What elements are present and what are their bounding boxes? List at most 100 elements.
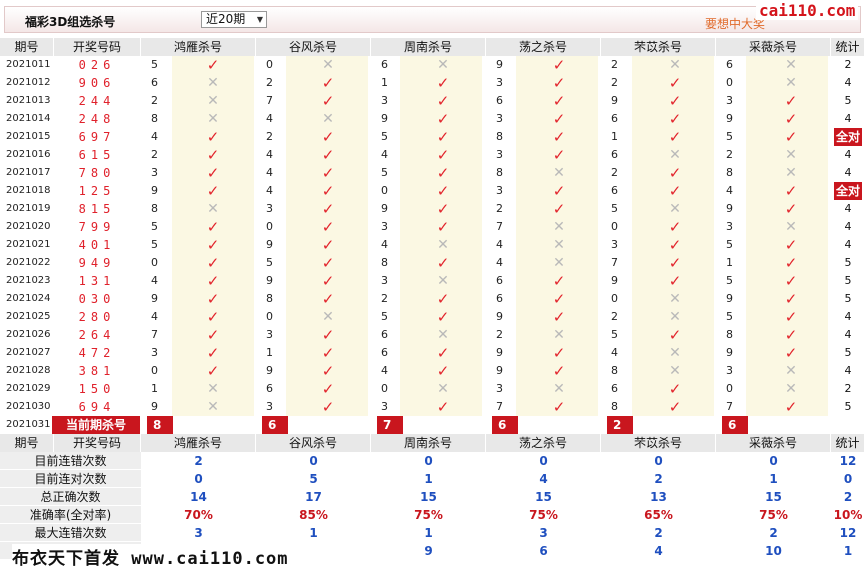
check-icon: ✓ — [206, 326, 220, 344]
cross-icon: ✕ — [553, 381, 565, 397]
cross-icon: ✕ — [785, 147, 797, 163]
check-icon: ✓ — [436, 308, 450, 326]
summary-value: 14 — [190, 490, 207, 504]
killed-number: 2 — [611, 76, 618, 89]
issue-number: 2021014 — [6, 113, 51, 124]
check-icon: ✓ — [784, 182, 798, 200]
summary-value: 2 — [769, 526, 778, 540]
issue-number: 2021020 — [6, 221, 51, 232]
draw-numbers: 244 — [78, 94, 116, 108]
killed-number: 2 — [726, 148, 733, 161]
killed-number: 4 — [266, 166, 273, 179]
killed-number: 6 — [611, 148, 618, 161]
cross-icon: ✕ — [785, 381, 797, 397]
killed-number: 7 — [496, 220, 503, 233]
killed-number: 4 — [381, 148, 388, 161]
summary-value: 85% — [299, 508, 328, 522]
page-title: 福彩3D组选杀号 — [25, 15, 116, 29]
killed-number: 3 — [496, 112, 503, 125]
killed-number: 4 — [726, 184, 733, 197]
column-header-expert-2: 谷风杀号 — [256, 38, 371, 56]
killed-number: 9 — [151, 400, 158, 413]
issue-number: 2021019 — [6, 203, 51, 214]
killed-number: 0 — [266, 310, 273, 323]
check-icon: ✓ — [206, 254, 220, 272]
check-icon: ✓ — [668, 326, 682, 344]
killed-number: 0 — [381, 382, 388, 395]
cross-icon: ✕ — [437, 327, 449, 343]
killed-number: 9 — [611, 274, 618, 287]
killed-number: 5 — [151, 238, 158, 251]
cross-icon: ✕ — [669, 291, 681, 307]
check-icon: ✓ — [436, 290, 450, 308]
cross-icon: ✕ — [437, 273, 449, 289]
killed-number: 0 — [266, 220, 273, 233]
check-icon: ✓ — [321, 128, 335, 146]
killed-number: 4 — [496, 256, 503, 269]
killed-number: 5 — [726, 274, 733, 287]
killed-number: 6 — [726, 58, 733, 71]
site-watermark: cai110.com — [756, 1, 859, 20]
killed-number: 2 — [611, 310, 618, 323]
cross-icon: ✕ — [437, 381, 449, 397]
cross-icon: ✕ — [669, 345, 681, 361]
kill-number-table: 期号 开奖号码 鸿雁杀号 谷风杀号 周南杀号 荡之杀号 芣苡杀号 采薇杀号 统计 2021011 0… — [0, 38, 865, 568]
check-icon: ✓ — [668, 110, 682, 128]
cross-icon: ✕ — [207, 381, 219, 397]
killed-number: 7 — [726, 400, 733, 413]
killed-number: 2 — [611, 58, 618, 71]
check-icon: ✓ — [321, 146, 335, 164]
killed-number: 1 — [726, 256, 733, 269]
draw-numbers: 949 — [78, 256, 116, 270]
summary-value: 1 — [424, 526, 433, 540]
current-kill-label: 当前期杀号 — [52, 416, 140, 434]
check-icon: ✓ — [436, 200, 450, 218]
draw-numbers: 026 — [78, 58, 116, 72]
stat-value: 2 — [844, 58, 852, 71]
stat-value: 全对 — [834, 128, 862, 146]
draw-numbers: 401 — [78, 238, 116, 252]
killed-number: 6 — [496, 292, 503, 305]
column-header-stats: 统计 — [831, 38, 865, 56]
summary-header-expert-5: 芣苡杀号 — [601, 434, 716, 452]
cross-icon: ✕ — [322, 111, 334, 127]
cross-icon: ✕ — [669, 147, 681, 163]
check-icon: ✓ — [668, 128, 682, 146]
killed-number: 4 — [496, 238, 503, 251]
check-icon: ✓ — [552, 92, 566, 110]
issue-number: 2021011 — [6, 59, 51, 70]
cross-icon: ✕ — [785, 165, 797, 181]
check-icon: ✓ — [321, 272, 335, 290]
cross-icon: ✕ — [322, 309, 334, 325]
summary-header-expert-4: 荡之杀号 — [486, 434, 601, 452]
check-icon: ✓ — [436, 344, 450, 362]
summary-total: 2 — [843, 490, 853, 504]
killed-number: 9 — [381, 112, 388, 125]
cross-icon: ✕ — [785, 363, 797, 379]
killed-number: 9 — [381, 202, 388, 215]
check-icon: ✓ — [206, 146, 220, 164]
killed-number: 6 — [611, 112, 618, 125]
killed-number: 8 — [496, 166, 503, 179]
period-select[interactable]: 近20期 ▼ — [201, 11, 267, 28]
cross-icon: ✕ — [785, 57, 797, 73]
issue-number: 2021013 — [6, 95, 51, 106]
cross-icon: ✕ — [437, 237, 449, 253]
check-icon: ✓ — [668, 92, 682, 110]
killed-number: 7 — [611, 256, 618, 269]
summary-total: 12 — [839, 454, 857, 468]
check-icon: ✓ — [668, 236, 682, 254]
stat-value: 4 — [844, 220, 852, 233]
killed-number: 0 — [611, 292, 618, 305]
draw-numbers: 280 — [78, 310, 116, 324]
check-icon: ✓ — [321, 290, 335, 308]
check-icon: ✓ — [321, 200, 335, 218]
killed-number: 0 — [151, 256, 158, 269]
summary-header-issue: 期号 — [0, 434, 54, 452]
summary-label: 最大连错次数 — [0, 524, 141, 542]
summary-value: 0 — [539, 454, 548, 468]
draw-numbers: 125 — [78, 184, 116, 198]
cross-icon: ✕ — [553, 255, 565, 271]
column-header-expert-1: 鸿雁杀号 — [141, 38, 256, 56]
killed-number: 8 — [726, 166, 733, 179]
